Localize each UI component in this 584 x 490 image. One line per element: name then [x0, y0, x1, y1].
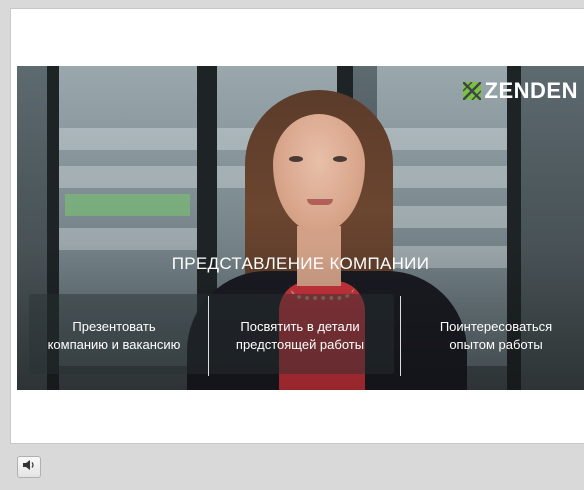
video-area[interactable]: ZENDEN ПРЕДСТАВЛЕНИЕ КОМПАНИИ Презентова…: [17, 66, 584, 390]
option-work-experience[interactable]: Поинтересоваться опытом работы: [411, 318, 581, 354]
speaker-icon: [22, 458, 36, 476]
option-line: компанию и вакансию: [47, 337, 181, 352]
player-frame: ZENDEN ПРЕДСТАВЛЕНИЕ КОМПАНИИ Презентова…: [0, 0, 584, 490]
video-headline: ПРЕДСТАВЛЕНИЕ КОМПАНИИ: [171, 254, 430, 273]
logo-text: ZENDEN: [484, 78, 578, 103]
option-work-details[interactable]: Посвятить в детали предстоящей работы: [215, 318, 385, 354]
option-line: Посвятить в детали: [240, 319, 360, 334]
option-line: предстоящей работы: [235, 337, 365, 352]
zenden-logo-icon: [462, 82, 481, 100]
option-divider: [400, 296, 401, 376]
option-line: опытом работы: [449, 337, 543, 352]
option-present-company[interactable]: Презентовать компанию и вакансию: [29, 318, 199, 354]
zenden-logo: ZENDEN: [462, 78, 578, 104]
option-line: Поинтересоваться: [439, 319, 553, 334]
option-divider: [208, 296, 209, 376]
volume-button[interactable]: [17, 456, 41, 478]
option-line: Презентовать: [72, 319, 156, 334]
